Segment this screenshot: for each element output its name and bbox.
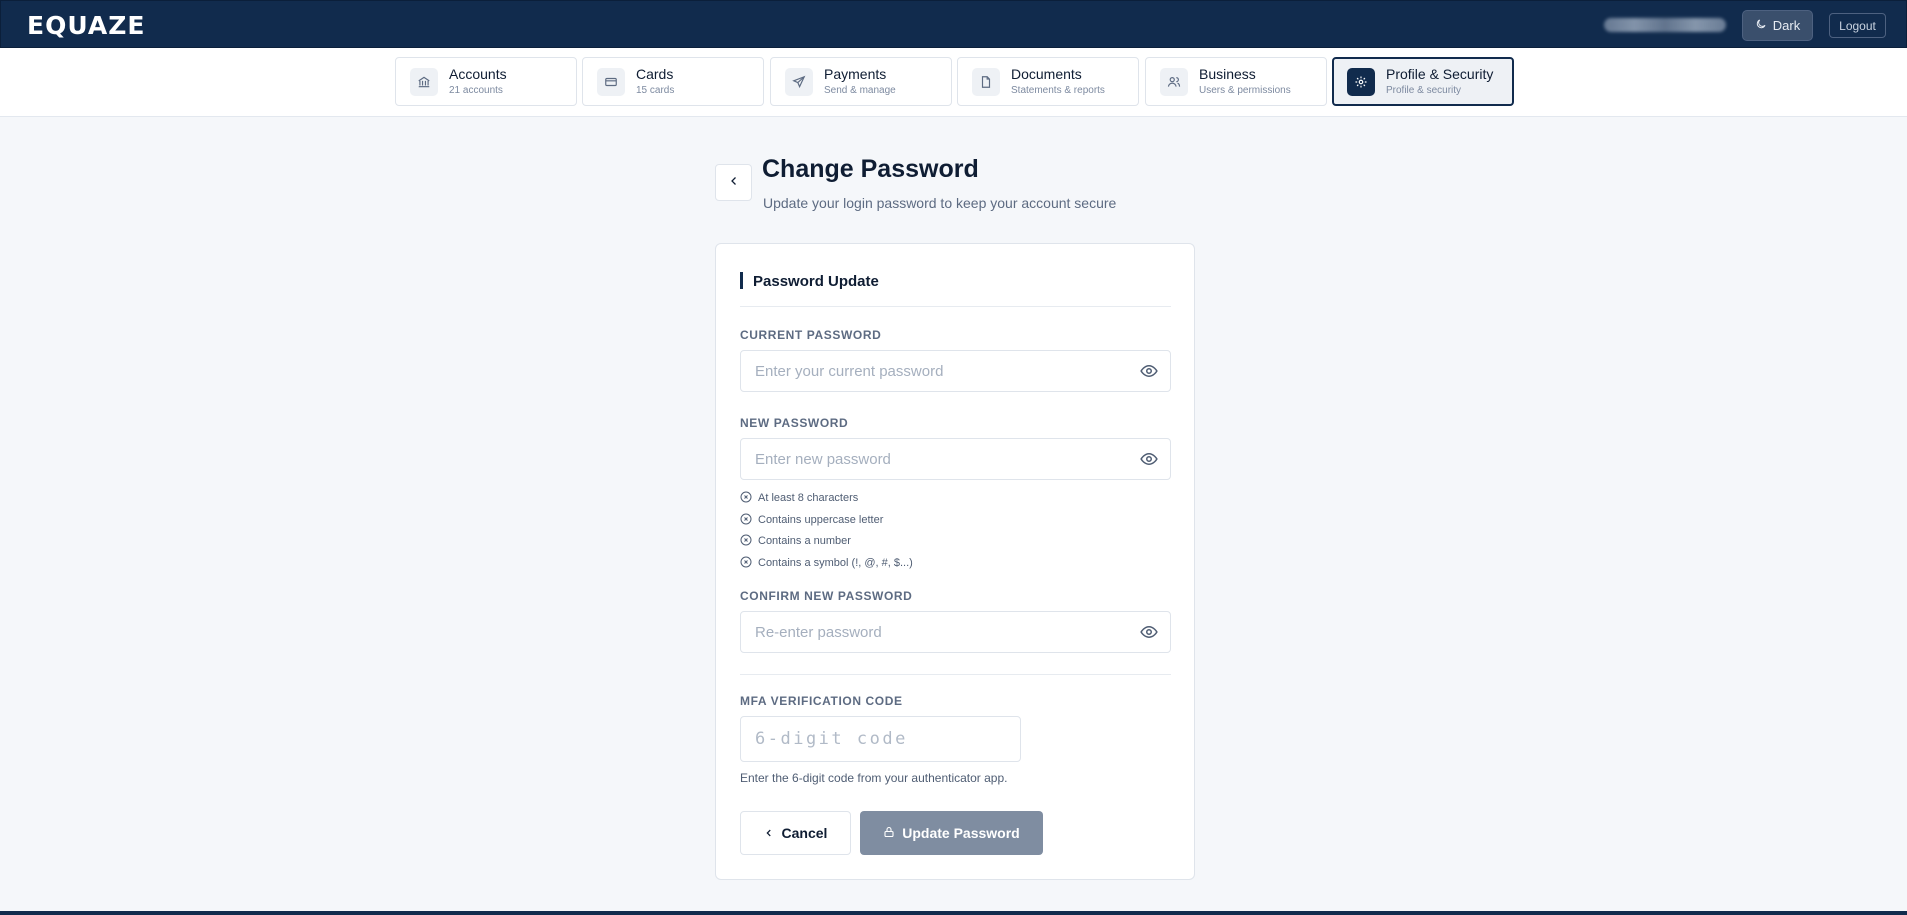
nav-title: Business — [1199, 66, 1256, 82]
requirement-item: Contains a symbol (!, @, #, $...) — [740, 556, 913, 570]
eye-icon[interactable] — [1139, 363, 1159, 379]
lock-icon — [883, 825, 895, 841]
bank-icon — [410, 68, 438, 96]
logo[interactable]: EQUAZE — [27, 11, 145, 40]
current-password-label: CURRENT PASSWORD — [740, 328, 882, 342]
nav-subtitle: 21 accounts — [449, 85, 503, 96]
top-bar: EQUAZE Dark Logout — [0, 0, 1907, 48]
mfa-label: MFA VERIFICATION CODE — [740, 694, 903, 708]
back-button[interactable] — [715, 164, 752, 201]
cancel-label: Cancel — [781, 825, 828, 841]
circle-x-icon — [740, 534, 752, 549]
nav-subtitle: Statements & reports — [1011, 85, 1105, 96]
new-password-input[interactable] — [741, 439, 1121, 479]
dark-mode-button[interactable]: Dark — [1742, 10, 1813, 41]
circle-x-icon — [740, 556, 752, 571]
page-title: Change Password — [762, 155, 979, 183]
confirm-password-input[interactable] — [741, 612, 1121, 652]
mfa-field — [740, 716, 1021, 762]
confirm-password-field — [740, 611, 1171, 653]
requirement-text: Contains a symbol (!, @, #, $...) — [758, 557, 913, 569]
new-password-label: NEW PASSWORD — [740, 416, 849, 430]
nav-item-accounts[interactable]: Accounts 21 accounts — [395, 57, 577, 106]
update-password-button[interactable]: Update Password — [860, 811, 1043, 855]
confirm-password-label: CONFIRM NEW PASSWORD — [740, 589, 913, 603]
nav-subtitle: Profile & security — [1386, 85, 1462, 96]
mfa-code-input[interactable] — [741, 717, 1020, 761]
nav-subtitle: Users & permissions — [1199, 85, 1291, 96]
bottom-border — [0, 911, 1907, 915]
requirement-item: Contains uppercase letter — [740, 513, 883, 527]
requirement-item: Contains a number — [740, 534, 851, 548]
users-icon — [1160, 68, 1188, 96]
circle-x-icon — [740, 491, 752, 506]
password-form-card: Password Update CURRENT PASSWORD NEW PAS… — [715, 243, 1195, 880]
requirement-item: At least 8 characters — [740, 491, 858, 505]
section-title: Password Update — [753, 273, 879, 290]
nav-title: Profile & Security — [1386, 66, 1494, 82]
nav-item-payments[interactable]: Payments Send & manage — [770, 57, 952, 106]
nav-item-documents[interactable]: Documents Statements & reports — [957, 57, 1139, 106]
new-password-field — [740, 438, 1171, 480]
nav-title: Cards — [636, 66, 674, 82]
gear-icon — [1347, 68, 1375, 96]
current-password-input[interactable] — [741, 351, 1121, 391]
credit-card-icon — [597, 68, 625, 96]
eye-icon[interactable] — [1139, 624, 1159, 640]
chevron-left-icon — [728, 174, 740, 192]
requirement-text: Contains a number — [758, 535, 851, 547]
nav-title: Accounts — [449, 66, 507, 82]
chevron-left-icon — [764, 825, 774, 841]
requirement-text: At least 8 characters — [758, 492, 859, 504]
update-password-label: Update Password — [902, 825, 1020, 841]
mfa-help-text: Enter the 6-digit code from your authent… — [740, 771, 1008, 785]
dark-mode-label: Dark — [1772, 18, 1801, 33]
requirement-text: Contains uppercase letter — [758, 514, 884, 526]
divider — [740, 306, 1171, 307]
current-password-field — [740, 350, 1171, 392]
nav-subtitle: Send & manage — [824, 85, 896, 96]
logout-button[interactable]: Logout — [1829, 13, 1886, 38]
nav-title: Payments — [824, 66, 887, 82]
main-nav: Accounts 21 accounts Cards 15 cards Paym… — [0, 48, 1907, 117]
moon-icon — [1755, 18, 1767, 33]
page-subtitle: Update your login password to keep your … — [763, 195, 1117, 211]
document-icon — [972, 68, 1000, 96]
nav-item-business[interactable]: Business Users & permissions — [1145, 57, 1327, 106]
nav-title: Documents — [1011, 66, 1082, 82]
nav-item-profile-security[interactable]: Profile & Security Profile & security — [1332, 57, 1514, 106]
user-email-redacted — [1604, 18, 1726, 32]
send-icon — [785, 68, 813, 96]
circle-x-icon — [740, 513, 752, 528]
nav-subtitle: 15 cards — [636, 85, 675, 96]
nav-item-cards[interactable]: Cards 15 cards — [582, 57, 764, 106]
divider — [740, 674, 1171, 675]
section-accent — [740, 272, 743, 289]
eye-icon[interactable] — [1139, 451, 1159, 467]
cancel-button[interactable]: Cancel — [740, 811, 851, 855]
